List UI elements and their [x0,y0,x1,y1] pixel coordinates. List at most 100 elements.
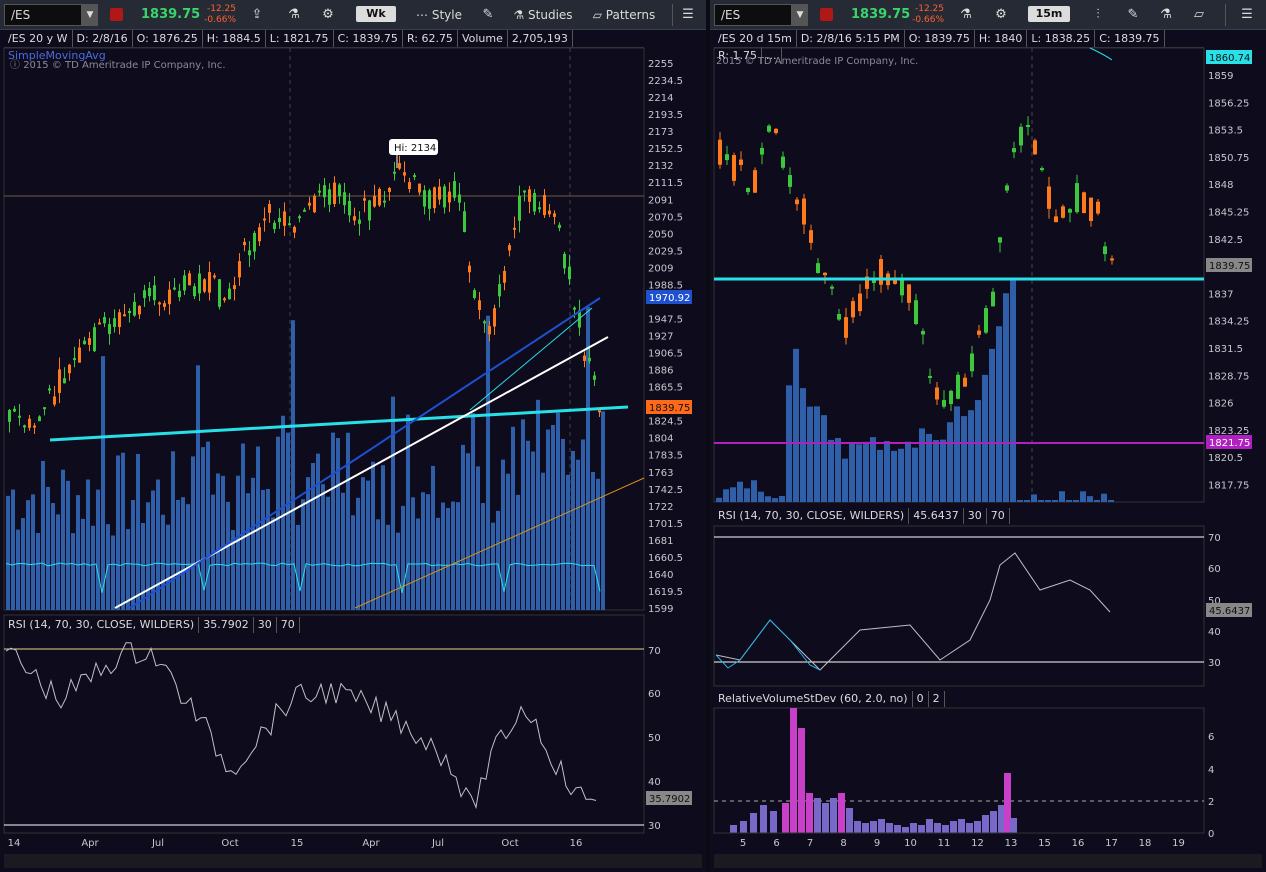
horizontal-scrollbar[interactable] [4,854,702,868]
candle-body [1096,201,1100,214]
volume-bar [331,432,335,610]
price-axis-label: 1828.75 [1208,371,1249,382]
candle-body [188,273,191,286]
volume-bar [216,473,220,610]
candle-body [228,288,231,300]
candle-body [108,324,111,335]
volume-bar [381,465,385,610]
candle-body [781,156,785,168]
candle-body [203,279,206,292]
price-axis-label: 1660.5 [648,553,683,564]
weekly-price-chart[interactable]: 2255 2234.5 2214 2193.5 2173 2152.5 2132 2111.5… [0,0,706,872]
time-axis-label: Apr [81,838,99,849]
volume-bar [461,444,465,610]
price-axis-label: 1817.75 [1208,481,1249,492]
rv-bar [918,825,925,833]
price-axis-label: 2111.5 [648,178,683,189]
price-axis-label: 1865.5 [648,383,683,394]
candle-body [298,216,301,219]
rv-bar [966,823,973,833]
price-axis-label: 2173 [648,127,673,138]
candle-body [208,272,211,293]
volume-bar [451,501,455,610]
intraday-price-chart[interactable]: 18591856.251853.51850.7518481845.251842.… [710,0,1266,872]
volume-bar [496,510,500,610]
rsi-axis-label: 40 [648,777,661,788]
horizontal-scrollbar-right[interactable] [714,854,1262,868]
candle-body [333,182,336,204]
header-field: 30 [254,617,277,633]
time-axis-label: 5 [740,838,746,849]
candle-body [788,175,792,187]
candle-body [573,307,576,310]
volume-bar [1101,493,1107,502]
candle-body [403,172,406,176]
volume-bar [101,356,105,610]
candle-body [942,400,946,407]
price-axis-label: 2029.5 [648,246,683,257]
candle-body [1026,124,1030,127]
candle-body [73,358,76,361]
volume-bar [919,428,925,502]
rv-axis-label: 4 [1208,765,1214,776]
price-axis-label: 1824.5 [648,417,683,428]
rsi-panel [3,614,645,834]
rv-bar [934,823,941,833]
rv-bar [990,811,997,833]
candle-body [448,191,451,203]
candle-body [53,396,56,405]
volume-bar [321,484,325,610]
header-field: 45.6437 [909,508,964,524]
rsi-axis-label: 60 [1208,564,1221,575]
time-axis-label: Oct [221,838,238,849]
volume-bar [716,497,722,502]
price-axis-label: 1850.75 [1208,153,1249,164]
rv-bar [974,821,981,833]
candle-body [158,302,161,305]
volume-bar [401,505,405,610]
candle-body [243,241,246,246]
volume-bar [601,411,605,610]
rv-bar [878,819,885,833]
rsi-value-tag-right: 45.6437 [1209,606,1250,617]
volume-bar [1045,500,1051,502]
volume-bar [730,487,736,502]
volume-bar [61,469,65,610]
candle-body [914,300,918,325]
time-axis-label: Apr [362,838,380,849]
candle-body [358,219,361,224]
volume-bar [261,489,265,610]
candle-body [809,230,813,243]
price-axis-label: 1701.5 [648,519,683,530]
volume-bar [737,481,743,502]
candle-body [43,407,46,410]
volume-bar [316,453,320,610]
price-axis-label: 1804 [648,434,673,445]
candle-body [413,175,416,178]
time-axis-label: 15 [291,838,304,849]
volume-bar [86,479,90,610]
volume-bar [276,436,280,610]
top-price-tag: 1860.74 [1209,53,1250,64]
candle-body [273,222,276,230]
rv-bar [870,821,877,833]
last-price-tag: 1839.75 [649,403,690,414]
rsi-axis-label: 70 [648,646,661,657]
header-field: 0 [913,691,929,707]
volume-bar [421,492,425,610]
volume-bar [765,496,771,502]
time-axis-label: 15 [1038,838,1051,849]
price-axis-label: 1599 [648,604,673,615]
rsi-line [5,642,597,810]
candle-body [398,163,401,169]
volume-bar [126,529,130,610]
candle-body [288,223,291,226]
volume-bar [471,413,475,610]
volume-bar [366,480,370,610]
volume-bar [26,500,30,610]
volume-bar [31,494,35,610]
candle-body [183,275,186,291]
time-axis-label: 18 [1139,838,1152,849]
price-axis-label: 2152.5 [648,144,683,155]
candle-body [1033,140,1037,155]
